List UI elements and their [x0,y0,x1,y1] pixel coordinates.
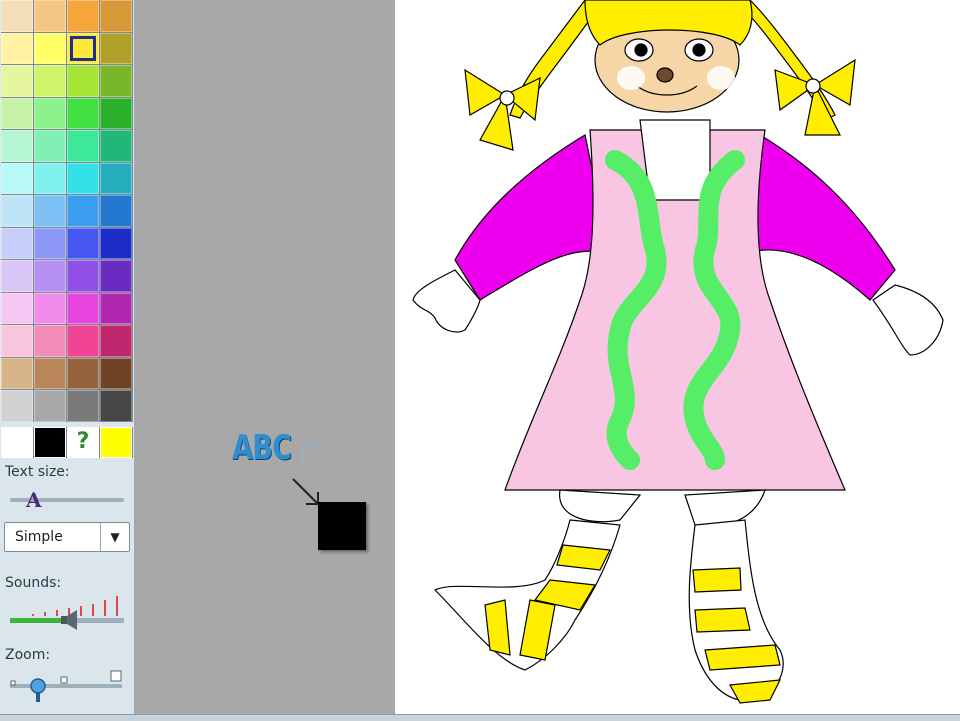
swatch-12-1[interactable] [34,390,66,422]
zoom-label: Zoom: [5,647,51,663]
swatch-11-0[interactable] [1,357,33,389]
swatch-8-3[interactable] [100,260,132,292]
current-color-preview [318,502,366,550]
swatch-9-3[interactable] [100,292,132,324]
swatch-1-1[interactable] [34,32,66,64]
text-tool-cursor-glyph: C [298,438,321,473]
swatch-current[interactable] [100,427,132,458]
swatch-0-3[interactable] [100,0,132,32]
swatch-0-2[interactable] [67,0,99,32]
swatch-1-0[interactable] [1,32,33,64]
text-size-slider[interactable]: A [10,488,126,512]
random-color-icon[interactable]: ? [67,427,99,458]
swatch-6-0[interactable] [1,195,33,227]
swatch-0-1[interactable] [34,0,66,32]
swatch-2-1[interactable] [34,65,66,97]
swatch-4-0[interactable] [1,130,33,162]
swatch-9-2[interactable] [67,292,99,324]
swatch-3-0[interactable] [1,97,33,129]
swatch-9-0[interactable] [1,292,33,324]
swatch-2-3[interactable] [100,65,132,97]
swatch-11-1[interactable] [34,357,66,389]
swatch-12-0[interactable] [1,390,33,422]
zoom-slider[interactable] [8,668,126,704]
swatch-12-3[interactable] [100,390,132,422]
swatch-8-2[interactable] [67,260,99,292]
swatch-7-1[interactable] [34,227,66,259]
swatch-4-2[interactable] [67,130,99,162]
drawing-paper[interactable] [395,0,960,714]
text-tool-cursor: ABC C [228,424,378,554]
font-style-select[interactable]: Simple ▼ [4,522,130,552]
swatch-8-1[interactable] [34,260,66,292]
text-size-label: Text size: [5,464,70,480]
swatch-4-1[interactable] [34,130,66,162]
swatch-black[interactable] [34,427,66,458]
swatch-6-1[interactable] [34,195,66,227]
zoom-thumb-icon [30,678,46,702]
color-palette [1,0,133,422]
swatch-7-0[interactable] [1,227,33,259]
swatch-5-0[interactable] [1,162,33,194]
swatch-white[interactable] [1,427,33,458]
swatch-3-2[interactable] [67,97,99,129]
tool-panel: ? Text size: A Simple ▼ Sounds: Zoom: [0,0,135,720]
swatch-3-1[interactable] [34,97,66,129]
swatch-7-3[interactable] [100,227,132,259]
swatch-4-3[interactable] [100,130,132,162]
font-style-value: Simple [15,529,63,545]
swatch-10-0[interactable] [1,325,33,357]
swatch-1-2[interactable] [67,32,99,64]
swatch-1-3[interactable] [100,32,132,64]
swatch-10-3[interactable] [100,325,132,357]
swatch-3-3[interactable] [100,97,132,129]
swatch-11-2[interactable] [67,357,99,389]
canvas-area[interactable] [135,0,960,720]
swatch-2-0[interactable] [1,65,33,97]
swatch-10-2[interactable] [67,325,99,357]
swatch-11-3[interactable] [100,357,132,389]
swatch-9-1[interactable] [34,292,66,324]
special-swatches: ? [1,427,133,458]
text-size-thumb-icon[interactable]: A [26,488,42,512]
swatch-8-0[interactable] [1,260,33,292]
swatch-10-1[interactable] [34,325,66,357]
sound-volume-slider[interactable] [10,594,126,634]
swatch-2-2[interactable] [67,65,99,97]
swatch-5-3[interactable] [100,162,132,194]
swatch-0-0[interactable] [1,0,33,32]
chevron-down-icon[interactable]: ▼ [100,523,129,551]
text-tool-preview: ABC [232,428,292,468]
swatch-5-1[interactable] [34,162,66,194]
swatch-5-2[interactable] [67,162,99,194]
swatch-6-2[interactable] [67,195,99,227]
swatch-12-2[interactable] [67,390,99,422]
swatch-6-3[interactable] [100,195,132,227]
girl-drawing [412,0,944,704]
sounds-label: Sounds: [5,575,62,591]
volume-bars-icon [10,596,124,630]
swatch-7-2[interactable] [67,227,99,259]
